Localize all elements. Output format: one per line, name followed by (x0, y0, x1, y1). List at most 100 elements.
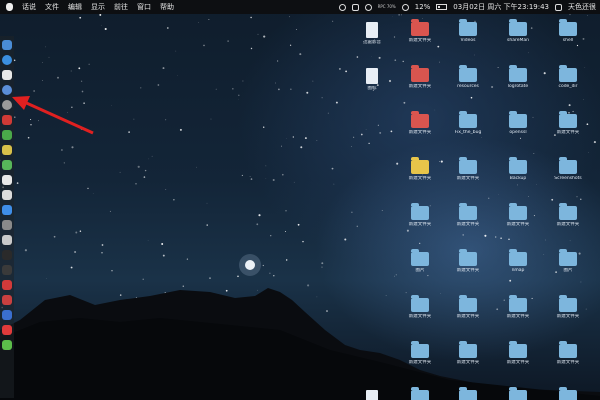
folder-icon (411, 295, 429, 312)
desktop-icon[interactable]: 新建文件夹 (496, 295, 540, 319)
folder-icon (459, 341, 477, 358)
desktop-icon-label: 新建文件夹 (556, 222, 580, 227)
desktop-icon[interactable]: 图标 (350, 68, 394, 91)
app-icon-red2[interactable] (2, 295, 12, 305)
menu-item[interactable]: 窗口 (137, 2, 151, 12)
folder-icon (509, 387, 527, 400)
finder-icon[interactable] (2, 40, 12, 50)
folder-icon (559, 19, 577, 36)
desktop-icon[interactable]: 新建文件夹 (446, 295, 490, 319)
menu-item[interactable]: 帮助 (160, 2, 174, 12)
appstore-icon[interactable] (2, 205, 12, 215)
menu-item[interactable]: 前往 (114, 2, 128, 12)
menu-item[interactable]: 编辑 (68, 2, 82, 12)
globe-icon[interactable] (364, 3, 372, 11)
desktop: 话说 文件 编辑 显示 前往 窗口 帮助 RPC 70% 12% 03月02日 … (0, 0, 600, 400)
desktop-icon[interactable]: 新建文件夹 (446, 387, 490, 400)
desktop-icon[interactable]: 新建文件夹 (446, 249, 490, 273)
desktop-icon[interactable]: Fix_the_bug (446, 111, 490, 135)
desktop-icon-label: 新建文件夹 (556, 130, 580, 135)
wechat-icon[interactable] (2, 340, 12, 350)
desktop-icon[interactable]: nmap (496, 249, 540, 273)
menu-item[interactable]: 文件 (45, 2, 59, 12)
desktop-icon[interactable]: 新建文件夹 (398, 341, 442, 365)
battery-icon[interactable] (436, 4, 448, 10)
desktop-icon-label: logrotate (507, 84, 529, 89)
desktop-icon[interactable]: 新建文件夹 (546, 111, 590, 135)
terminal-icon[interactable] (2, 250, 12, 260)
spotlight-icon[interactable] (555, 3, 562, 11)
desktop-icon[interactable]: 新建文件夹 (546, 387, 590, 400)
desktop-icon-label: Backup (509, 176, 527, 181)
calendar-icon[interactable] (2, 70, 12, 80)
desktop-icon[interactable]: 新建文件夹 (446, 203, 490, 227)
menu-item[interactable]: 显示 (91, 2, 105, 12)
desktop-icon[interactable]: 图片 (398, 249, 442, 273)
desktop-icon[interactable]: 新建文件夹 (496, 341, 540, 365)
desktop-icon[interactable]: shell (546, 19, 590, 43)
desktop-icon-label: 新建文件夹 (408, 38, 432, 43)
desktop-icon[interactable]: 新建文件夹 (398, 387, 442, 400)
desktop-icon[interactable]: openssl (496, 111, 540, 135)
desktop-icon[interactable]: 新建文件夹 (446, 341, 490, 365)
desktop-icon[interactable]: 新建文件夹 (496, 387, 540, 400)
desktop-icon[interactable]: 新建文件夹 (398, 295, 442, 319)
desktop-icon[interactable]: shareMan (496, 19, 540, 43)
desktop-icon-label: code_dir (558, 84, 578, 89)
desktop-icon[interactable]: Backup (496, 157, 540, 181)
app-icon-red[interactable] (2, 115, 12, 125)
folder-icon (559, 65, 577, 82)
app-icon-green[interactable] (2, 130, 12, 140)
desktop-icon-label: 新建文件夹 (408, 360, 432, 365)
status-icon[interactable] (338, 3, 346, 11)
desktop-icon[interactable]: 文档 (350, 390, 394, 400)
weather-label[interactable]: 天色还很 (568, 2, 596, 12)
desktop-icon[interactable]: 新建文件夹 (496, 203, 540, 227)
system-preferences-icon[interactable] (2, 220, 12, 230)
photo-icon[interactable] (2, 235, 12, 245)
apple-menu-icon[interactable] (6, 3, 13, 11)
notes-icon[interactable] (2, 145, 12, 155)
document-icon (366, 390, 378, 400)
desktop-icon[interactable]: Videos (446, 19, 490, 43)
safari-icon[interactable] (2, 55, 12, 65)
desktop-icon[interactable]: 新建文件夹 (398, 111, 442, 135)
desktop-icon[interactable]: logrotate (496, 65, 540, 89)
document-icon[interactable] (2, 175, 12, 185)
yandex-icon[interactable] (2, 325, 12, 335)
messages-icon[interactable] (2, 160, 12, 170)
browser-icon[interactable] (2, 85, 12, 95)
desktop-icon[interactable]: 新建文件夹 (398, 65, 442, 89)
menu-item[interactable]: 话说 (22, 2, 36, 12)
desktop-icon[interactable]: 迅雷影音 (350, 22, 394, 45)
folder-icon (509, 65, 527, 82)
desktop-icon[interactable]: code_dir (546, 65, 590, 89)
desktop-icons: 迅雷影音 新建文件夹 Videos shareMan shell 图标 新建文件夹 resou… (350, 18, 600, 400)
desktop-icon[interactable]: 新建文件夹 (446, 157, 490, 181)
vivaldi-icon[interactable] (2, 280, 12, 290)
chrome-icon[interactable] (2, 100, 12, 110)
document-icon[interactable] (2, 190, 12, 200)
desktop-icon[interactable]: 新建文件夹 (398, 157, 442, 181)
network-speed[interactable]: RPC 70% (378, 5, 396, 9)
desktop-icon[interactable]: 新建文件夹 (546, 341, 590, 365)
clock[interactable]: 03月02日 周六 下午23:19:43 (453, 2, 549, 12)
app-icon-blue[interactable] (2, 310, 12, 320)
desktop-icon-label: resources (457, 84, 479, 89)
app-icon-dark[interactable] (2, 265, 12, 275)
desktop-icon[interactable]: Screenshots (546, 157, 590, 181)
desktop-icon[interactable]: resources (446, 65, 490, 89)
desktop-icon[interactable]: 新建文件夹 (398, 19, 442, 43)
document-icon (366, 22, 378, 38)
folder-icon (559, 249, 577, 266)
desktop-icon[interactable]: 新建文件夹 (546, 203, 590, 227)
lock-icon[interactable] (351, 3, 359, 11)
folder-icon (459, 19, 477, 36)
desktop-icon[interactable]: 新建文件夹 (546, 295, 590, 319)
folder-icon (411, 203, 429, 220)
desktop-icon[interactable]: 新建文件夹 (398, 203, 442, 227)
wifi-icon[interactable] (401, 3, 409, 11)
desktop-icon[interactable]: 图片 (546, 249, 590, 273)
folder-icon (559, 387, 577, 400)
desktop-icon-label: 图片 (563, 268, 573, 273)
